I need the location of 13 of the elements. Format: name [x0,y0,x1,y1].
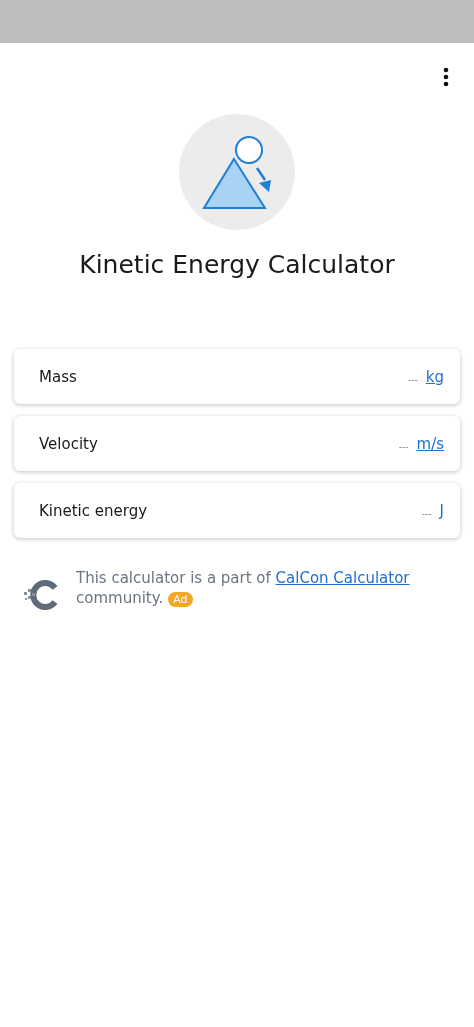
field-card: Velocity --- m/s [14,416,460,471]
unit-link[interactable]: J [439,501,444,520]
physics-logo-icon [179,114,295,230]
unit-link[interactable]: kg [425,367,444,386]
community-text: This calculator is a part of CalCon Calculator community. Ad [76,568,411,608]
calcon-link[interactable]: CalCon Calculator [275,569,410,587]
unit-link[interactable]: m/s [416,434,444,453]
menu-icon[interactable] [442,66,450,88]
field-card: Mass --- kg [14,349,460,404]
ad-label: Ad [168,592,193,607]
calcon-logo-icon [22,580,58,610]
field-card: Kinetic energy --- J [14,483,460,538]
page-title: Kinetic Energy Calculator [79,250,395,279]
